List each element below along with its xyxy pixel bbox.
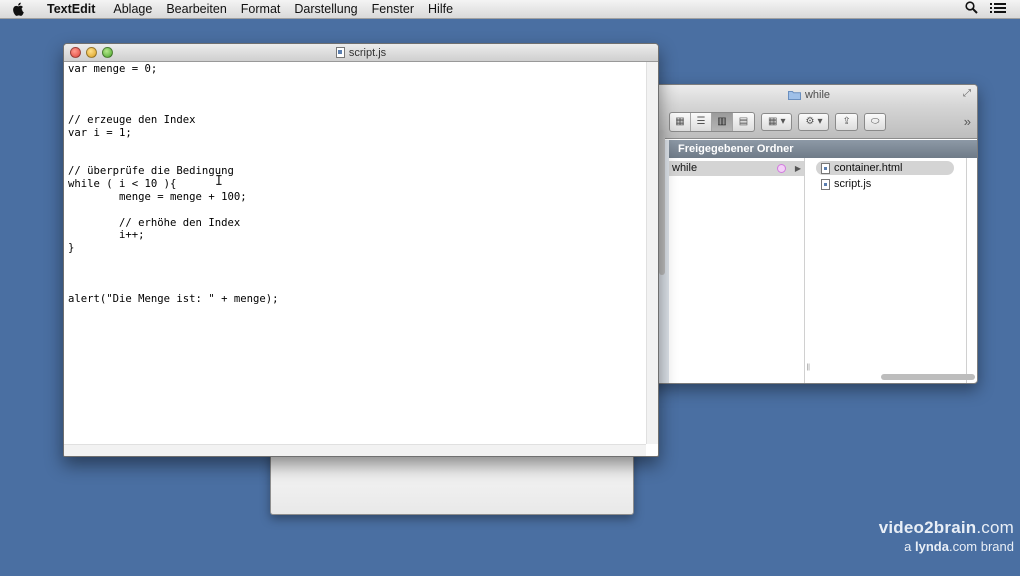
watermark-tagline-bold: lynda	[914, 539, 949, 554]
horizontal-scrollbar[interactable]	[881, 374, 975, 380]
file-row-script-js[interactable]: script.js	[813, 177, 966, 191]
video2brain-watermark: video2brain.com a lynda.com brand	[879, 518, 1014, 554]
finder-titlebar[interactable]: while ⤢	[641, 85, 977, 105]
menu-bar: TextEdit Ablage Bearbeiten Format Darste…	[0, 0, 1020, 19]
column-view-icon[interactable]: ▥	[712, 112, 733, 131]
script-code[interactable]: var menge = 0; // erzeuge den Index var …	[68, 63, 644, 306]
finder-window[interactable]: while ⤢ ▦ ☰ ▥ ▤ ▦ ▾ ⚙ ▾ ⇪ ⬭ » Freigegebene…	[640, 84, 978, 384]
tag-icon: ⬭	[870, 116, 880, 127]
menu-ablage[interactable]: Ablage	[106, 0, 159, 19]
folder-icon	[787, 90, 801, 100]
chevron-down-icon: ▾	[817, 116, 823, 127]
menu-format[interactable]: Format	[234, 0, 288, 19]
textedit-titlebar[interactable]: script.js	[64, 44, 658, 62]
gear-icon: ⚙	[805, 116, 815, 127]
menu-fenster[interactable]: Fenster	[365, 0, 421, 19]
text-cursor-icon: I	[215, 174, 223, 189]
text-editor-area[interactable]: var menge = 0; // erzeuge den Index var …	[64, 62, 648, 444]
action-button[interactable]: ⚙ ▾	[798, 112, 830, 131]
menu-bearbeiten[interactable]: Bearbeiten	[159, 0, 233, 19]
document-icon	[335, 47, 345, 58]
watermark-brand-suffix: .com	[976, 518, 1014, 537]
column-resize-handle[interactable]: ||	[806, 364, 810, 371]
vertical-scrollbar[interactable]	[646, 62, 658, 444]
menu-hilfe[interactable]: Hilfe	[421, 0, 460, 19]
finder-title: while	[804, 89, 831, 101]
minimize-button[interactable]	[86, 47, 97, 58]
file-row-container-html[interactable]: container.html	[816, 161, 954, 175]
coverflow-view-icon[interactable]: ▤	[733, 113, 754, 131]
finder-column-2[interactable]: container.html script.js	[813, 158, 967, 383]
grid-icon: ▦	[768, 116, 778, 127]
fullscreen-icon[interactable]: ⤢	[963, 88, 971, 99]
finder-column-1[interactable]: while ▶ ||	[669, 158, 810, 383]
chevron-down-icon: ▾	[780, 116, 786, 127]
background-document-window[interactable]	[270, 448, 634, 515]
finder-content: Freigegebener Ordner while ▶ || containe…	[641, 140, 977, 383]
tag-button[interactable]: ⬭	[863, 112, 887, 131]
shared-folder-header: Freigegebener Ordner	[669, 140, 977, 158]
menu-app-name[interactable]: TextEdit	[40, 0, 102, 19]
horizontal-scrollbar[interactable]	[64, 444, 646, 456]
view-mode-group: ▦ ☰ ▥ ▤	[669, 111, 755, 132]
scrollbar-thumb[interactable]	[659, 130, 665, 275]
share-icon: ⇪	[842, 116, 851, 127]
notification-list-icon[interactable]	[990, 2, 1006, 17]
finder-toolbar: ▦ ☰ ▥ ▤ ▦ ▾ ⚙ ▾ ⇪ ⬭ »	[641, 105, 977, 139]
watermark-tagline-post: .com brand	[948, 539, 1014, 554]
watermark-tagline-pre: a	[904, 539, 915, 554]
spotlight-search-icon[interactable]	[965, 1, 978, 17]
disclosure-arrow-icon: ▶	[794, 164, 801, 173]
close-button[interactable]	[70, 47, 81, 58]
icon-view-icon[interactable]: ▦	[670, 112, 691, 131]
file-name: container.html	[834, 162, 903, 174]
arrange-button[interactable]: ▦ ▾	[761, 112, 793, 131]
watermark-brand: video2brain.com	[879, 518, 1014, 538]
zoom-button[interactable]	[102, 47, 113, 58]
file-name: script.js	[834, 178, 872, 190]
list-view-icon[interactable]: ☰	[691, 112, 712, 131]
textedit-window[interactable]: script.js var menge = 0; // erzeuge den …	[63, 43, 659, 457]
apple-menu-icon[interactable]	[12, 2, 26, 16]
toolbar-overflow-icon[interactable]: »	[964, 114, 971, 129]
watermark-tagline: a lynda.com brand	[879, 539, 1014, 554]
document-icon	[821, 178, 830, 190]
share-button[interactable]: ⇪	[835, 112, 858, 131]
folder-row-label: while	[672, 162, 698, 174]
watermark-brand-name: video2brain	[878, 518, 977, 537]
folder-row-while[interactable]: while ▶	[669, 161, 804, 176]
menu-darstellung[interactable]: Darstellung	[287, 0, 364, 19]
document-icon	[821, 162, 830, 174]
document-title: script.js	[348, 46, 387, 59]
tag-dot-icon	[777, 164, 786, 173]
window-controls	[70, 47, 113, 58]
